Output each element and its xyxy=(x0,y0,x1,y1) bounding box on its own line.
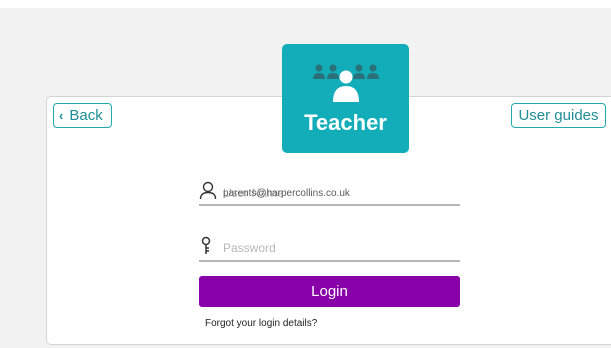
login-button[interactable]: Login xyxy=(199,276,460,307)
user-guides-button[interactable]: User guides xyxy=(511,103,606,128)
back-button[interactable]: ‹ Back xyxy=(53,103,112,128)
back-button-label: Back xyxy=(69,107,103,124)
chevron-left-icon: ‹ xyxy=(59,108,64,123)
key-icon xyxy=(201,236,211,254)
group-of-people-icon xyxy=(313,64,379,102)
forgot-login-link[interactable]: Forgot your login details? xyxy=(205,318,317,329)
user-guides-label: User guides xyxy=(518,107,599,124)
login-page: ‹ Back User guides Teacher User Name par… xyxy=(0,0,611,348)
teacher-label: Teacher xyxy=(304,110,387,135)
person-icon xyxy=(199,181,217,200)
password-field xyxy=(199,236,460,262)
teacher-badge: Teacher xyxy=(282,44,409,153)
password-input[interactable] xyxy=(223,241,453,257)
username-input[interactable] xyxy=(223,185,453,201)
username-field: User Name xyxy=(199,181,460,206)
